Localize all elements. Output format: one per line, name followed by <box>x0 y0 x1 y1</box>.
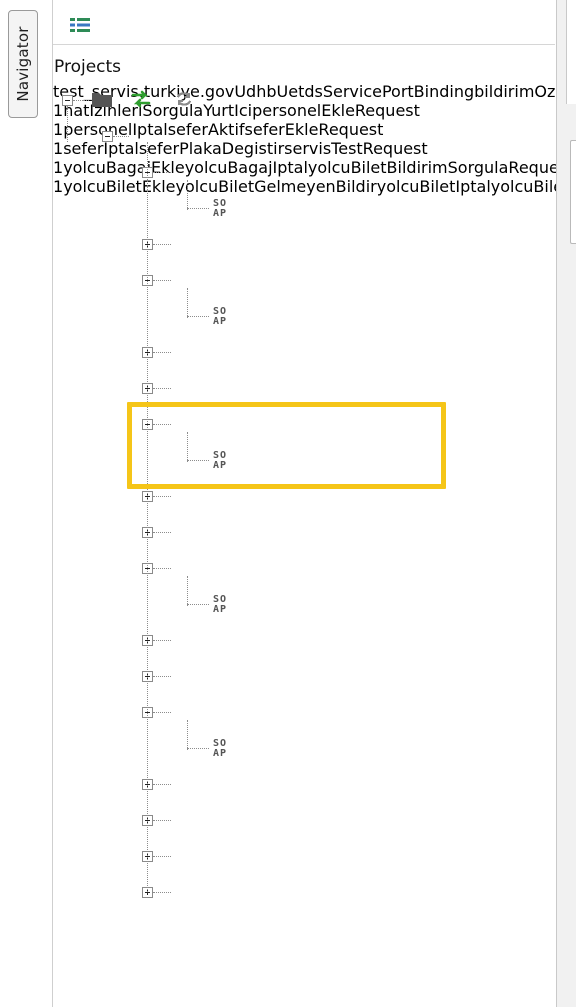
tree-connector-line <box>187 748 209 750</box>
tree-connector-line <box>153 280 171 282</box>
operation-node-label[interactable]: seferIptal <box>63 139 139 158</box>
tree-connector-line <box>153 820 171 822</box>
navigator-strip: Navigator <box>0 0 52 1007</box>
tree-connector-line <box>153 784 171 786</box>
tree-connector-line <box>187 208 209 210</box>
operation-node-label[interactable]: yolcuBagajEkle <box>63 158 185 177</box>
tree-connector-line <box>153 352 171 354</box>
folder-icon <box>92 93 112 107</box>
tree-connector-line <box>187 316 209 318</box>
toolbar-separator <box>53 44 555 45</box>
tree-connector-line <box>153 532 171 534</box>
tree-connector-line <box>73 100 89 102</box>
tree-connector-line <box>67 106 69 142</box>
operation-node-label[interactable]: yolcuBiletEkle <box>63 177 175 196</box>
operation-node-label[interactable]: yolcuBiletIptalUetdsBiletRefNolle <box>491 177 556 196</box>
list-view-icon[interactable] <box>70 18 90 32</box>
operation-node-label[interactable]: seferEkle <box>245 120 319 139</box>
tree-connector-line <box>187 288 189 318</box>
navigator-tab[interactable]: Navigator <box>8 10 38 118</box>
tree-connector-line <box>153 856 171 858</box>
operation-node-label[interactable]: yolcuBiletIptal <box>377 177 491 196</box>
tree-connector-line <box>187 604 209 606</box>
tree-connector-line <box>153 712 171 714</box>
operation-node-label[interactable]: yolcuBiletBildirimSorgula <box>308 158 509 177</box>
tree-connector-line <box>153 640 171 642</box>
right-edge-panel <box>566 0 576 104</box>
navigator-panel: Navigator Projects test_servis.turkiye.g… <box>0 0 576 1007</box>
tree-connector-line <box>153 892 171 894</box>
operation-node-label[interactable]: yolcuBiletGelmeyenBildir <box>175 177 376 196</box>
swap-arrows-icon <box>131 90 151 108</box>
tree-connector-line <box>153 568 171 570</box>
tree-connector-line <box>187 720 189 750</box>
operation-node-label[interactable]: bildirimOzeti <box>474 82 556 101</box>
tree-connector-line <box>153 244 171 246</box>
tree-connector-line <box>153 496 171 498</box>
soap-request-icon: SO AP <box>213 738 228 759</box>
project-tree: test_servis.turkiye.gov UdhbUetdsServiceP… <box>53 82 556 982</box>
tree-connector-line <box>153 676 171 678</box>
soap-request-icon: SO AP <box>213 198 228 219</box>
right-edge-tab[interactable] <box>570 140 576 244</box>
tree-connector-line <box>153 388 171 390</box>
navigator-toolbar <box>53 0 555 44</box>
collapse-toggle[interactable] <box>62 95 73 106</box>
tree-connector-line <box>113 136 129 138</box>
operation-node-label[interactable]: yolcuBagajIptal <box>185 158 308 177</box>
tree-connector-line <box>187 180 189 210</box>
tree-connector-line <box>187 576 189 606</box>
binding-node-label[interactable]: UdhbUetdsServicePortBinding <box>234 82 474 101</box>
operation-node-label[interactable]: seferPlakaDegistir <box>139 139 284 158</box>
projects-root-label: Projects <box>54 57 122 77</box>
soap-request-icon: SO AP <box>213 306 228 327</box>
operation-node-label[interactable]: personelEkle <box>252 101 355 120</box>
tree-connector-line <box>153 172 171 174</box>
tree-connector-line <box>147 142 149 892</box>
highlight-annotation <box>127 402 446 489</box>
navigator-tab-label: Navigator <box>14 26 32 102</box>
soap-request-icon: SO AP <box>213 594 228 615</box>
operation-node-label[interactable]: seferAktif <box>168 120 245 139</box>
collapse-toggle[interactable] <box>102 131 113 142</box>
refresh-cycle-icon <box>177 92 191 106</box>
operation-node-label[interactable]: servisTest <box>284 139 363 158</box>
